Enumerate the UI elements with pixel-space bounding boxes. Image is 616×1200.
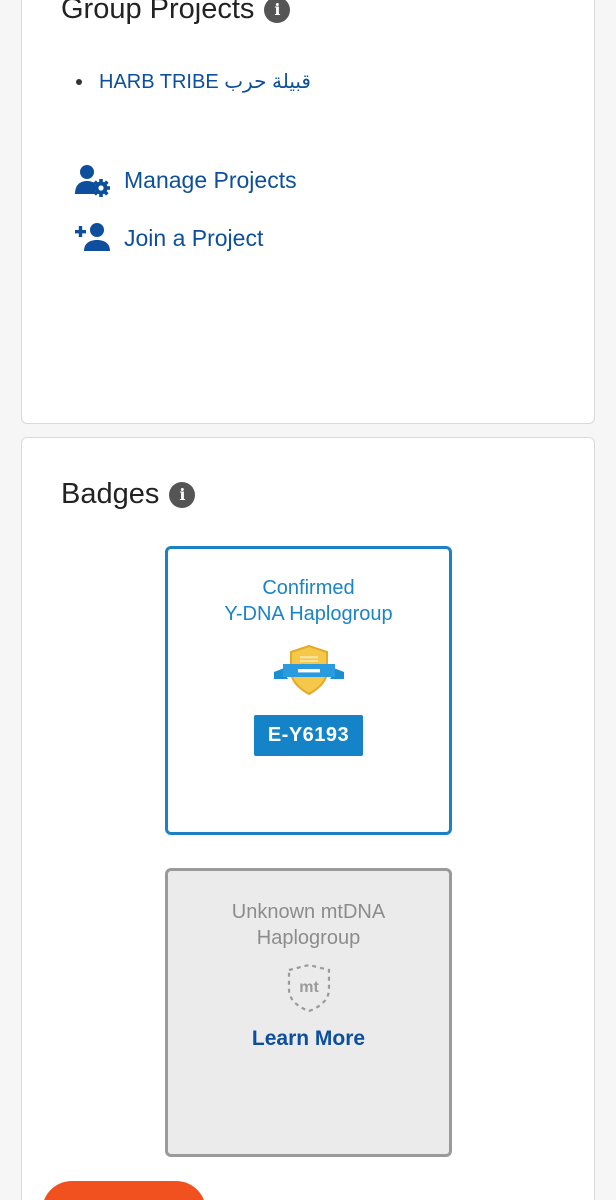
manage-projects-label: Manage Projects [124,166,297,193]
mt-emblem-text: mt [299,979,319,996]
ydna-badge-title-line1: Confirmed [262,577,355,599]
info-icon[interactable]: i [264,0,291,23]
bullet [76,78,82,85]
list-item[interactable]: HARB TRIBE قبيلة حرب [76,69,311,94]
group-projects-title: Group Projects [61,0,255,25]
join-project-link[interactable]: Join a Project [74,221,263,255]
group-projects-heading: Group Projects i [61,0,291,26]
info-icon[interactable]: i [169,481,196,508]
badges-card: Badges i Confirmed Y-DNA Haplogroup E-Y6… [21,437,595,1200]
ydna-badge-title: Confirmed Y-DNA Haplogroup [168,575,449,627]
user-gear-icon [75,165,110,197]
haplogroup-value: E-Y6193 [253,715,364,756]
ydna-haplogroup-badge[interactable]: Confirmed Y-DNA Haplogroup E-Y6193 [165,546,452,835]
shield-ribbon-badge-icon [273,645,344,696]
learn-more-link[interactable]: Learn More [168,1027,449,1051]
mtdna-badge-title-line2: Haplogroup [256,927,361,949]
orange-action-button[interactable] [42,1181,206,1200]
user-plus-icon [75,223,110,251]
badges-heading: Badges i [61,478,196,511]
manage-projects-link[interactable]: Manage Projects [74,163,297,197]
project-link[interactable]: HARB TRIBE قبيلة حرب [99,69,311,94]
mtdna-badge-title-line1: Unknown mtDNA [231,901,386,923]
mtdna-badge-title: Unknown mtDNA Haplogroup [168,899,449,951]
dashed-shield-icon: mt [287,963,330,1013]
badges-title: Badges [61,478,160,510]
join-project-label: Join a Project [124,224,264,251]
project-list: HARB TRIBE قبيلة حرب [76,69,311,94]
group-projects-card: Group Projects i HARB TRIBE قبيلة حرب Ma… [21,0,595,424]
mtdna-haplogroup-badge[interactable]: Unknown mtDNA Haplogroup mt Learn More [165,868,452,1157]
ydna-badge-title-line2: Y-DNA Haplogroup [224,603,393,625]
